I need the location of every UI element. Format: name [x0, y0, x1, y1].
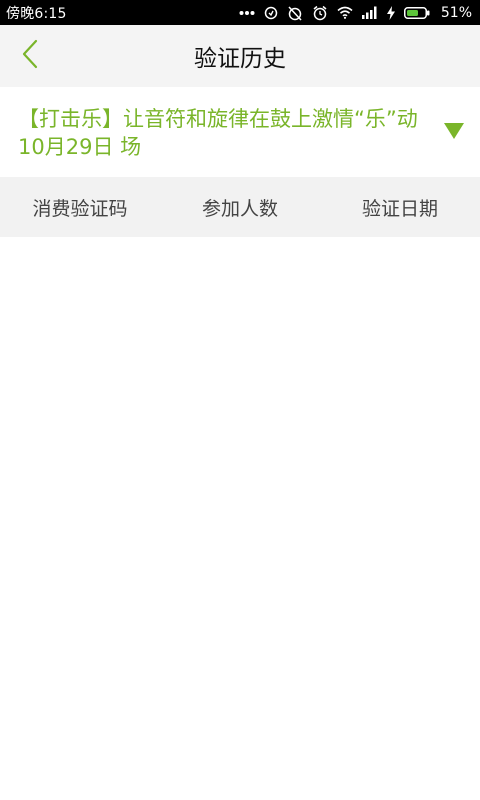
- header-bar: 验证历史: [0, 25, 480, 87]
- event-selector[interactable]: 【打击乐】让音符和旋律在鼓上激情“乐”动 10月29日 场: [0, 87, 480, 177]
- battery-percent: 51%: [440, 4, 472, 21]
- more-dots-icon: [239, 10, 255, 16]
- column-header-date: 验证日期: [361, 197, 438, 220]
- triangle-down-icon[interactable]: [444, 123, 464, 143]
- table-header: 消费验证码 参加人数 验证日期: [0, 177, 480, 237]
- status-icons: 51%: [239, 5, 472, 21]
- column-header-code: 消费验证码: [32, 197, 128, 220]
- back-button[interactable]: [8, 25, 52, 87]
- wifi-icon: [337, 6, 353, 19]
- alarm-icon: [312, 5, 328, 21]
- alarm-off-icon: [287, 5, 303, 21]
- chevron-left-icon: [21, 39, 39, 73]
- status-bar: 傍晚6:15 51%: [0, 0, 480, 25]
- battery-icon: [403, 6, 430, 19]
- page-title: 验证历史: [194, 46, 286, 72]
- signal-icon: [361, 6, 378, 19]
- status-time: 傍晚6:15: [6, 5, 67, 22]
- column-header-people: 参加人数: [201, 197, 278, 220]
- history-list: [0, 237, 480, 800]
- event-title: 【打击乐】让音符和旋律在鼓上激情“乐”动 10月29日 场: [18, 107, 418, 159]
- charging-icon: [386, 5, 395, 20]
- sync-icon: [264, 6, 278, 20]
